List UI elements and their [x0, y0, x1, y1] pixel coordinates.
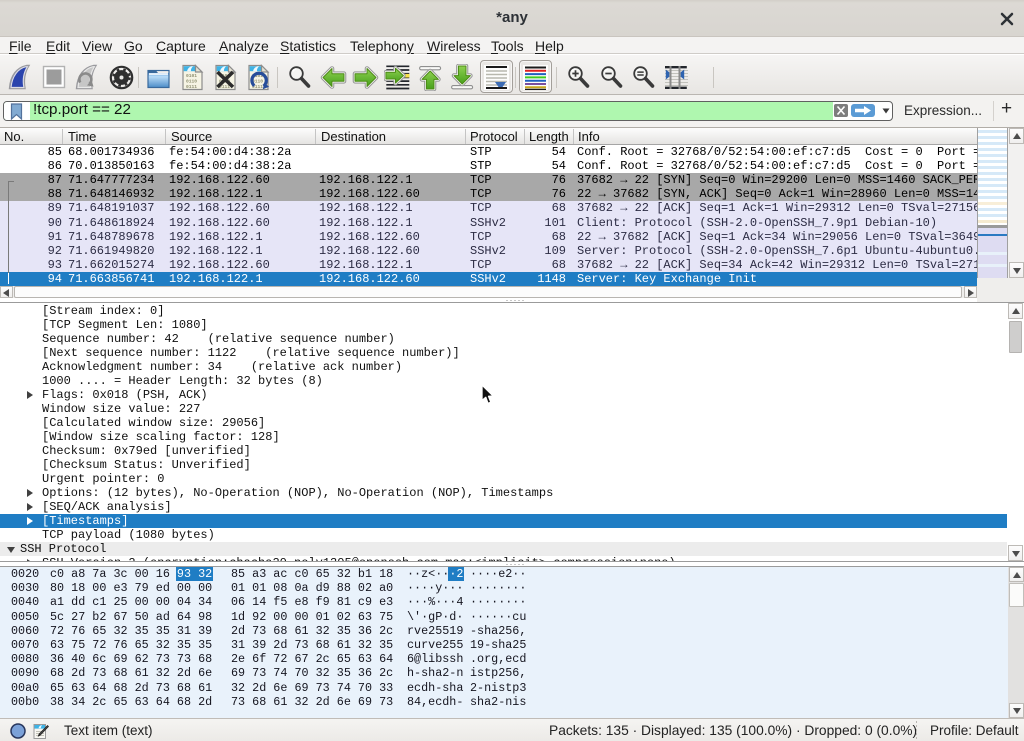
svg-text:0111: 0111: [186, 84, 197, 90]
svg-text:0101: 0101: [186, 73, 197, 79]
svg-text:0110: 0110: [186, 79, 197, 85]
